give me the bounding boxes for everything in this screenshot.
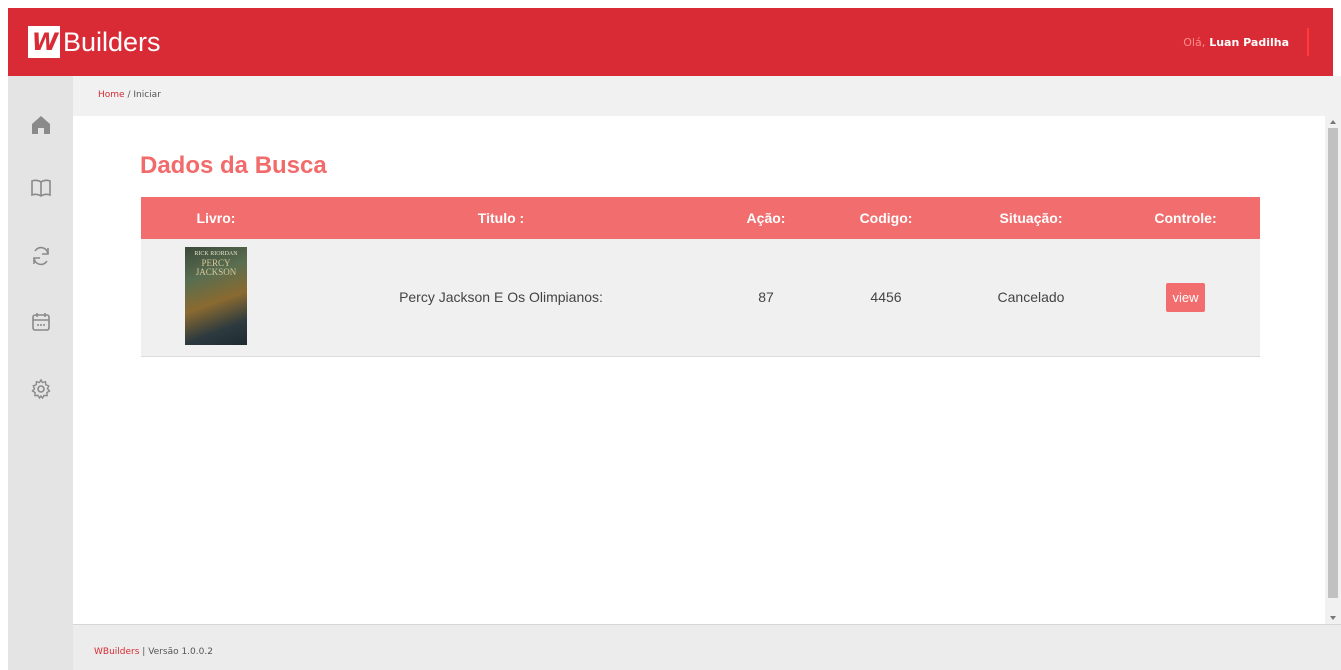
main-content: Dados da Busca Livro: Titulo : Ação: Cod… bbox=[73, 116, 1325, 624]
calendar-icon[interactable] bbox=[27, 308, 55, 336]
header-divider bbox=[1307, 28, 1309, 56]
gear-icon[interactable] bbox=[27, 375, 55, 403]
breadcrumb: Home / Iniciar bbox=[98, 90, 161, 100]
brand[interactable]: W Builders bbox=[8, 26, 161, 58]
breadcrumb-home-link[interactable]: Home bbox=[98, 90, 125, 100]
book-cover-series: PERCY JACKSON bbox=[195, 257, 237, 277]
footer-brand: WBuilders bbox=[94, 647, 140, 657]
results-table: Livro: Titulo : Ação: Codigo: Situação: … bbox=[141, 197, 1260, 357]
brand-logo: W bbox=[28, 26, 60, 58]
codigo-cell: 4456 bbox=[870, 289, 902, 306]
breadcrumb-current: Iniciar bbox=[133, 90, 161, 100]
greeting-text: Olá, bbox=[1183, 35, 1206, 49]
footer: WBuilders | Versão 1.0.0.2 bbox=[73, 624, 1341, 670]
scroll-down-arrow-icon[interactable] bbox=[1330, 616, 1336, 620]
book-cover-cell: RICK RIORDAN PERCY JACKSON bbox=[141, 239, 291, 356]
table-header-row: Livro: Titulo : Ação: Codigo: Situação: … bbox=[141, 197, 1260, 239]
brand-name: Builders bbox=[63, 26, 161, 57]
column-header-codigo: Codigo: bbox=[859, 210, 913, 226]
situacao-cell: Cancelado bbox=[997, 289, 1065, 306]
footer-text: WBuilders | Versão 1.0.0.2 bbox=[94, 647, 213, 657]
column-header-situacao: Situação: bbox=[999, 210, 1063, 226]
user-name: Luan Padilha bbox=[1209, 35, 1289, 49]
book-cover-image: RICK RIORDAN PERCY JACKSON bbox=[185, 246, 247, 345]
user-greeting[interactable]: Olá, Luan Padilha bbox=[1183, 28, 1333, 56]
book-cover-author: RICK RIORDAN bbox=[194, 250, 238, 257]
breadcrumb-separator: / bbox=[127, 90, 131, 100]
breadcrumb-bar: Home / Iniciar bbox=[73, 76, 1341, 116]
controle-cell: view bbox=[1111, 239, 1260, 356]
column-header-controle: Controle: bbox=[1154, 210, 1217, 226]
book-title-cell: Percy Jackson E Os Olimpianos: bbox=[399, 289, 603, 306]
footer-version: | Versão 1.0.0.2 bbox=[142, 647, 213, 657]
table-row: RICK RIORDAN PERCY JACKSON Percy Jackson… bbox=[141, 239, 1260, 356]
column-header-livro: Livro: bbox=[196, 210, 236, 226]
refresh-icon[interactable] bbox=[27, 242, 55, 270]
view-button[interactable]: view bbox=[1166, 282, 1205, 312]
column-header-titulo: Titulo : bbox=[477, 210, 525, 226]
column-header-acao: Ação: bbox=[746, 210, 786, 226]
book-icon[interactable] bbox=[27, 174, 55, 202]
vertical-scrollbar[interactable] bbox=[1325, 116, 1341, 624]
acao-cell: 87 bbox=[758, 289, 774, 306]
scroll-up-arrow-icon[interactable] bbox=[1330, 120, 1336, 124]
home-icon[interactable] bbox=[27, 111, 55, 139]
page-title: Dados da Busca bbox=[140, 152, 327, 179]
sidebar bbox=[8, 76, 73, 670]
top-header: W Builders Olá, Luan Padilha bbox=[8, 8, 1333, 76]
scrollbar-thumb[interactable] bbox=[1328, 128, 1338, 598]
